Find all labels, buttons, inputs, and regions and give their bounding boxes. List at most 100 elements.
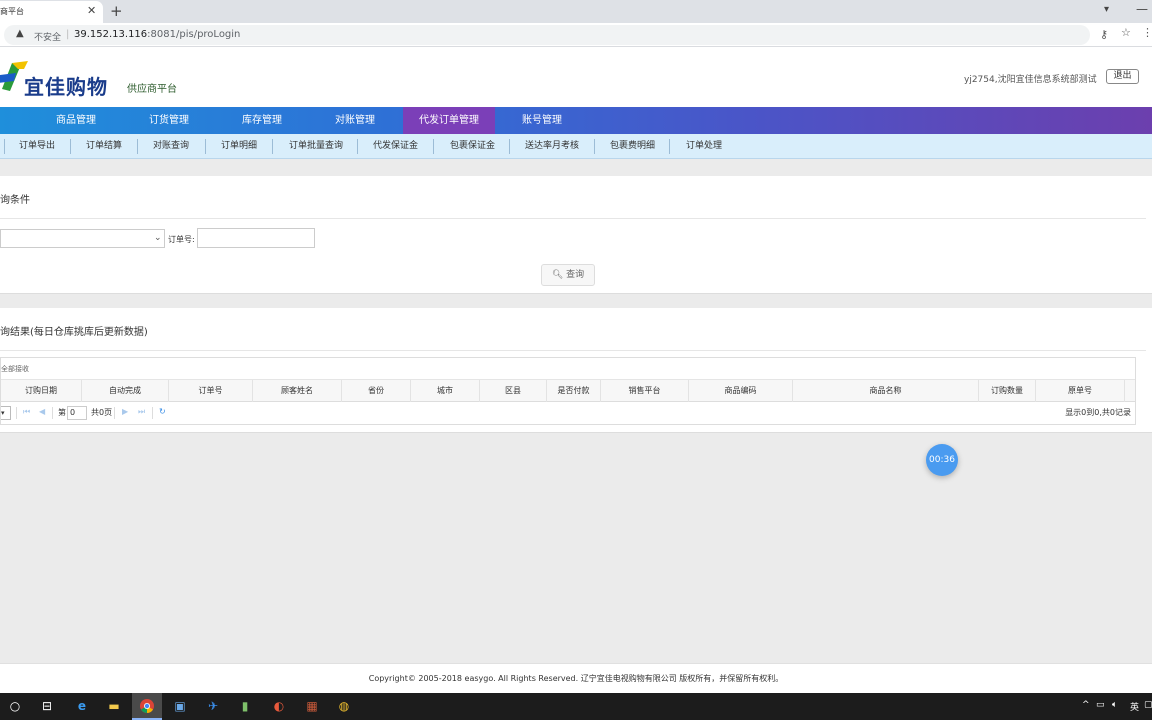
os-taskbar: ○ ⊟ e ▬ ▣ ✈ ▮ ◐ ▦ ◍ ^ ▭ 🔈︎ 英 ▢ (0, 693, 1152, 720)
subnav-divider (594, 139, 595, 154)
subnav-item-package-fee[interactable]: 包裹费明细 (610, 134, 655, 159)
results-panel-title: 询结果(每日仓库挑库后更新数据) (0, 327, 148, 338)
results-grid: 全部接收 订购日期 自动完成 订单号 顾客姓名 省份 城市 区县 是否付款 销售… (0, 357, 1136, 425)
last-page-icon[interactable]: ⏭ (138, 407, 145, 417)
chrome-browser-icon[interactable] (132, 693, 162, 720)
column-header[interactable]: 城市 (411, 380, 480, 402)
chevron-down-icon: ⌄ (154, 233, 162, 243)
minimize-icon[interactable]: — (1136, 2, 1148, 16)
next-page-icon[interactable]: ▶ (122, 407, 128, 416)
timer-badge[interactable]: 00:36 (926, 444, 958, 476)
warning-icon[interactable]: ▲ (16, 28, 24, 39)
subnav-item-order-processing[interactable]: 订单处理 (686, 134, 722, 159)
query-button[interactable]: 🔍︎ 查询 (541, 264, 595, 286)
column-header[interactable]: 是否付款 (547, 380, 601, 402)
nav-item-accounts[interactable]: 账号管理 (500, 107, 584, 134)
subnav-item-order-details[interactable]: 订单明细 (221, 134, 257, 159)
network-icon[interactable]: ▭ (1096, 700, 1105, 710)
status-select[interactable]: ⌄ (0, 229, 165, 248)
pager-divider (16, 407, 17, 419)
column-header[interactable]: 省份 (342, 380, 411, 402)
site-header: 宜佳购物 供应商平台 yj2754,沈阳宜佳信息系统部测试 退出 (0, 47, 1152, 107)
nav-item-reconciliation[interactable]: 对账管理 (313, 107, 397, 134)
page-number-input[interactable]: 0 (67, 406, 87, 420)
pager-divider (114, 407, 115, 419)
nav-item-dropship-orders[interactable]: 代发订单管理 (403, 107, 495, 134)
file-explorer-icon[interactable]: ▬ (99, 693, 129, 720)
browser-tab-title: 商平台 (0, 7, 24, 16)
edge-browser-icon[interactable]: e (67, 693, 97, 720)
prev-page-icon[interactable]: ◀ (39, 407, 45, 416)
column-header[interactable]: 区县 (480, 380, 547, 402)
menu-icon[interactable]: ⋮ (1142, 26, 1152, 39)
url-separator: | (66, 29, 70, 40)
accept-all-button[interactable]: 全部接收 (1, 364, 29, 374)
column-header[interactable]: 订单号 (169, 380, 253, 402)
tray-chevron-icon[interactable]: ^ (1082, 700, 1090, 710)
logout-button[interactable]: 退出 (1106, 69, 1139, 84)
profile-dropdown-icon[interactable]: ▾ (1104, 4, 1109, 15)
messenger-icon[interactable]: ✈ (198, 693, 228, 720)
url-box[interactable]: ▲ 不安全 | 39.152.13.116:8081/pis/proLogin … (4, 25, 1108, 45)
records-summary: 显示0到0,共0记录 (1065, 408, 1131, 417)
browser-tab[interactable]: 商平台 ✕ (0, 1, 103, 23)
notification-icon[interactable]: ▢ (1144, 700, 1152, 710)
column-header[interactable]: 顾客姓名 (253, 380, 342, 402)
new-tab-icon[interactable]: + (110, 2, 123, 20)
input-language[interactable]: 英 (1130, 700, 1139, 713)
divider (0, 350, 1146, 351)
subnav-item-reconciliation-query[interactable]: 对账查询 (153, 134, 189, 159)
column-header[interactable]: 销售平台 (601, 380, 689, 402)
subnav-item-order-settlement[interactable]: 订单结算 (86, 134, 122, 159)
site-footer: Copyright© 2005-2018 easygo. All Rights … (0, 663, 1152, 693)
column-header[interactable]: 商品名称 (793, 380, 979, 402)
column-header[interactable]: 商品编码 (689, 380, 793, 402)
column-header[interactable]: 订购日期 (1, 380, 82, 402)
copyright-text: Copyright© 2005-2018 easygo. All Rights … (368, 674, 784, 683)
page-prefix-label: 第 (58, 408, 66, 417)
video-icon[interactable]: ▮ (230, 693, 260, 720)
page-size-select[interactable]: ▾ (1, 406, 11, 420)
subnav-item-delivery-rate[interactable]: 送达率月考核 (525, 134, 579, 159)
column-header[interactable]: 原单号 (1036, 380, 1125, 402)
site-logo[interactable]: 宜佳购物 (0, 57, 126, 99)
task-view-icon[interactable]: ⊟ (32, 693, 62, 720)
subnav-item-batch-query[interactable]: 订单批量查询 (289, 134, 343, 159)
subnav-divider (70, 139, 71, 154)
first-page-icon[interactable]: ⏮ (23, 407, 30, 417)
key-icon[interactable]: ⚷ (1100, 28, 1108, 41)
game-icon[interactable]: ▦ (297, 693, 327, 720)
subnav-divider (433, 139, 434, 154)
query-panel: 询条件 ⌄ 订单号: 🔍︎ 查询 (0, 176, 1152, 294)
subnav-divider (357, 139, 358, 154)
chrome-logo-icon (140, 699, 154, 713)
url-text[interactable]: 39.152.13.116:8081/pis/proLogin (74, 29, 240, 40)
browser-tab-strip: 商平台 ✕ + ▾ — (0, 0, 1152, 23)
subnav-item-dropship-deposit[interactable]: 代发保证金 (373, 134, 418, 159)
order-number-input[interactable] (197, 228, 315, 248)
results-panel: 询结果(每日仓库挑库后更新数据) 全部接收 订购日期 自动完成 订单号 顾客姓名… (0, 308, 1152, 433)
web-page: 宜佳购物 供应商平台 yj2754,沈阳宜佳信息系统部测试 退出 商品管理 订货… (0, 47, 1152, 693)
grid-header-row: 订购日期 自动完成 订单号 顾客姓名 省份 城市 区县 是否付款 销售平台 商品… (1, 380, 1135, 402)
nav-item-ordering[interactable]: 订货管理 (127, 107, 211, 134)
volume-icon[interactable]: 🔈︎ (1112, 700, 1117, 710)
page-total-label: 共0页 (91, 408, 113, 417)
column-header[interactable]: 自动完成 (82, 380, 169, 402)
swirl-app-icon[interactable]: ◐ (264, 693, 294, 720)
order-number-label: 订单号: (168, 235, 195, 244)
app-icon[interactable]: ▣ (165, 693, 195, 720)
bookmark-star-icon[interactable]: ☆ (1121, 26, 1131, 39)
subnav-item-order-export[interactable]: 订单导出 (19, 134, 55, 159)
address-bar: ▲ 不安全 | 39.152.13.116:8081/pis/proLogin … (0, 23, 1152, 47)
column-header[interactable]: 订购数量 (979, 380, 1036, 402)
main-nav: 商品管理 订货管理 库存管理 对账管理 代发订单管理 账号管理 (0, 107, 1152, 134)
tab-close-icon[interactable]: ✕ (87, 4, 96, 17)
subnav-item-package-deposit[interactable]: 包裹保证金 (450, 134, 495, 159)
refresh-icon[interactable]: ↻ (159, 407, 166, 416)
insecure-label[interactable]: 不安全 (34, 30, 61, 43)
nav-item-inventory[interactable]: 库存管理 (220, 107, 304, 134)
paint-icon[interactable]: ◍ (329, 693, 359, 720)
query-panel-title: 询条件 (0, 195, 30, 206)
nav-item-products[interactable]: 商品管理 (34, 107, 118, 134)
start-search-icon[interactable]: ○ (0, 693, 30, 720)
